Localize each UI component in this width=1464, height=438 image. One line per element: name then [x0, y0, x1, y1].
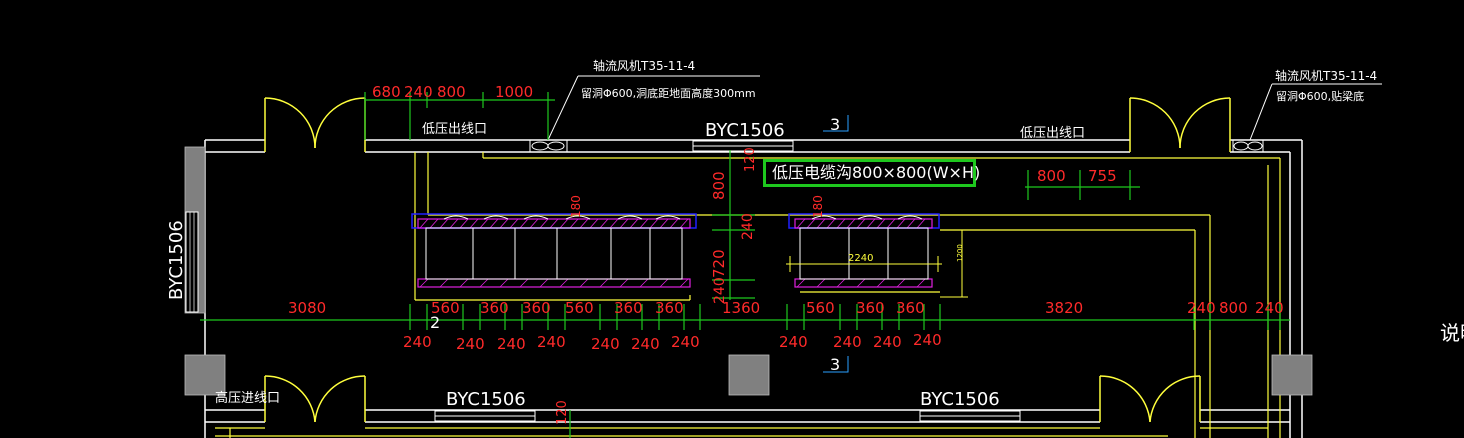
cable-trench-callout: 低压电缆沟800×800(W×H) [763, 159, 980, 187]
dim-bottom-240-1: 240 [403, 333, 432, 351]
dim-top-240: 240 [404, 83, 433, 101]
dim-v-120-top: 120 [743, 147, 758, 172]
fan-right-title: 轴流风机T35-11-4 [1275, 68, 1377, 83]
fan-symbols [529, 139, 1264, 153]
dim-top-680: 680 [372, 83, 401, 101]
dim-v-720: 720 [710, 249, 728, 278]
cad-drawing-canvas: 轴流风机T35-11-4 留洞Φ600,洞底距地面高度300mm 轴流风机T35… [0, 0, 1464, 438]
dim-bottom-240-8: 240 [779, 333, 808, 351]
structural-columns [184, 146, 1313, 396]
window-label-bottom-right: BYC1506 [920, 389, 1000, 410]
lv-outlet-left: 低压出线口 [422, 122, 487, 137]
dim-axis-560-b: 560 [565, 299, 594, 317]
section-mark-bottom: 3 [830, 355, 840, 374]
leader-lines [547, 75, 1382, 141]
dim-bottom-240-5: 240 [591, 335, 620, 353]
dim-axis-240-r1: 240 [1187, 299, 1216, 317]
dim-axis-3820: 3820 [1045, 299, 1083, 317]
dim-bottom-240-4: 240 [537, 333, 566, 351]
dim-bottom-240-11: 240 [913, 331, 942, 349]
dim-axis-3080: 3080 [288, 299, 326, 317]
dim-axis-800-r: 800 [1219, 299, 1248, 317]
fan-left-title: 轴流风机T35-11-4 [593, 58, 695, 73]
dim-axis-360-d: 360 [655, 299, 684, 317]
lv-outlet-right: 低压出线口 [1020, 126, 1085, 141]
dim-axis-360-b: 360 [522, 299, 551, 317]
dim-top-1000: 1000 [495, 83, 533, 101]
dim-bottom-240-2: 240 [456, 335, 485, 353]
dim-right-800: 800 [1037, 167, 1066, 185]
switchgear-right [788, 213, 940, 288]
dim-v-800: 800 [710, 171, 728, 200]
dim-1200: 1200 [956, 244, 964, 262]
dim-axis-560-a: 560 [431, 299, 460, 317]
dim-axis-240-r2: 240 [1255, 299, 1284, 317]
fan-right-note: 留洞Φ600,贴梁底 [1276, 89, 1364, 103]
fan-left-note: 留洞Φ600,洞底距地面高度300mm [581, 86, 756, 100]
dim-axis-1360: 1360 [722, 299, 760, 317]
dim-bottom-240-7: 240 [671, 333, 700, 351]
switchgear-left [411, 213, 697, 288]
hv-inlet: 高压进线口 [215, 390, 280, 406]
dim-axis-360-c: 360 [614, 299, 643, 317]
dim-180-right: 180 [811, 195, 825, 218]
annotation-text: 轴流风机T35-11-4 留洞Φ600,洞底距地面高度300mm 轴流风机T35… [166, 58, 1464, 410]
dim-bottom-240-9: 240 [833, 333, 862, 351]
dim-v-240: 240 [740, 213, 756, 240]
dim-axis-360-a: 360 [480, 299, 509, 317]
side-note: 说明 [1440, 321, 1464, 345]
dim-180-left: 180 [569, 195, 583, 218]
dim-top-800: 800 [437, 83, 466, 101]
dim-right-755: 755 [1088, 167, 1117, 185]
dim-bottom-240-10: 240 [873, 333, 902, 351]
dim-v-120-bottom: 120 [555, 400, 570, 425]
dim-2240: 2240 [848, 253, 873, 264]
floor-plan: 轴流风机T35-11-4 留洞Φ600,洞底距地面高度300mm 轴流风机T35… [166, 58, 1464, 438]
dim-bottom-240-6: 240 [631, 335, 660, 353]
left-window [185, 211, 199, 313]
window-label-top: BYC1506 [705, 120, 785, 141]
dim-axis-560-c: 560 [806, 299, 835, 317]
dim-bottom-240-3: 240 [497, 335, 526, 353]
window-label-bottom-left: BYC1506 [446, 389, 526, 410]
window-label-left: BYC1506 [166, 220, 187, 300]
dim-axis-360-e: 360 [856, 299, 885, 317]
section-mark-top: 3 [830, 115, 840, 134]
dim-axis-360-f: 360 [896, 299, 925, 317]
